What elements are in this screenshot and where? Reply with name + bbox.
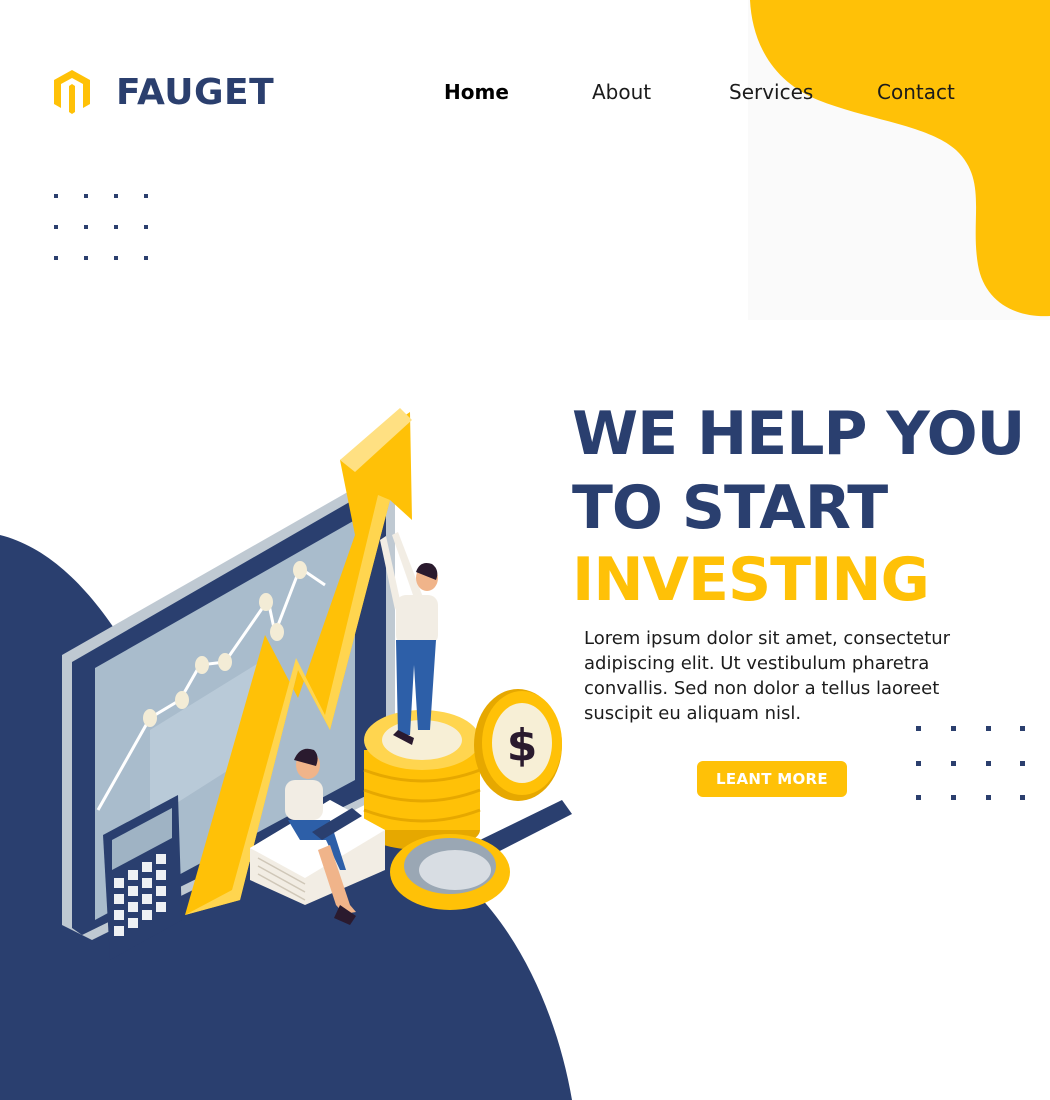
hero-heading-line-1: WE HELP YOU bbox=[572, 399, 1025, 469]
brand-logo[interactable]: FAUGET bbox=[52, 68, 274, 116]
investment-illustration: $ bbox=[0, 408, 572, 1100]
nav-services-link[interactable]: Services bbox=[729, 80, 813, 104]
decorative-yellow-blob bbox=[748, 0, 1050, 320]
learn-more-button[interactable]: LEANT MORE bbox=[697, 761, 847, 797]
decorative-dot-grid bbox=[54, 194, 148, 260]
hero-description: Lorem ipsum dolor sit amet, consectetur … bbox=[584, 628, 951, 724]
hero-heading-line-3: INVESTING bbox=[572, 545, 930, 615]
svg-text:$: $ bbox=[507, 720, 538, 771]
dollar-coin-icon: $ bbox=[474, 689, 562, 801]
nav-contact-link[interactable]: Contact bbox=[877, 80, 955, 104]
magento-style-logo-icon bbox=[54, 70, 90, 114]
nav-home-link[interactable]: Home bbox=[444, 80, 509, 104]
hero-heading-line-2: TO START bbox=[572, 473, 888, 543]
nav-about-link[interactable]: About bbox=[592, 80, 651, 104]
brand-name: FAUGET bbox=[116, 71, 275, 113]
decorative-dot-grid bbox=[916, 726, 1025, 800]
